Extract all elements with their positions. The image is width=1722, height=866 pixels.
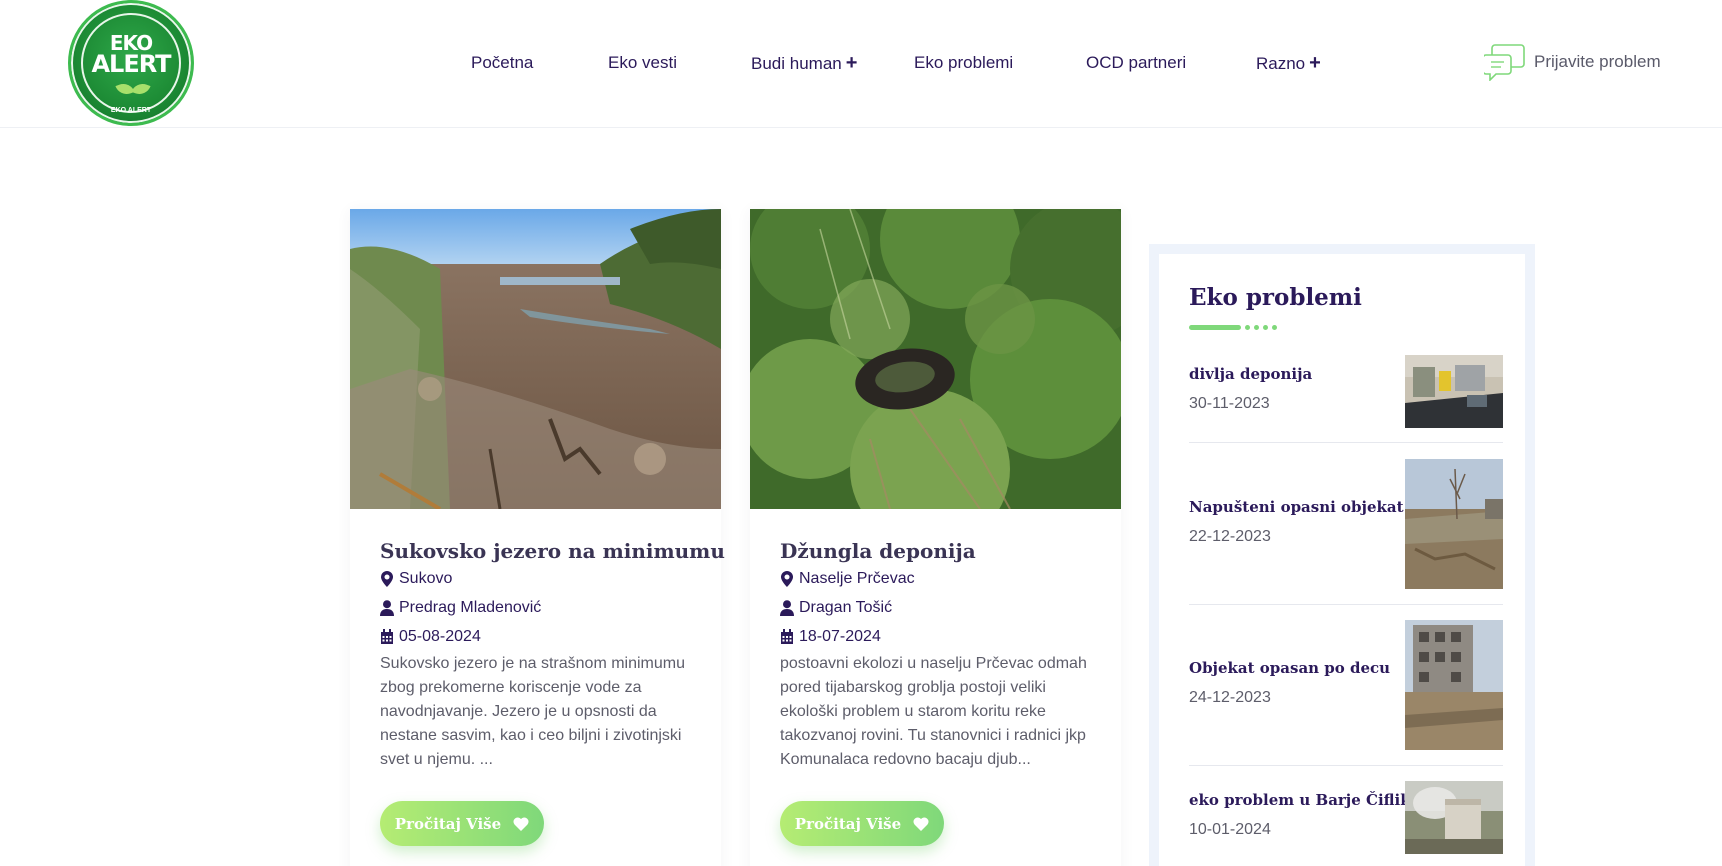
title-underline <box>1189 325 1241 330</box>
lake-photo <box>350 209 721 509</box>
sidebar-item-title[interactable]: eko problem u Barje Čiflik <box>1189 791 1411 809</box>
nav-item-ocd-partneri[interactable]: OCD partneri <box>1086 50 1186 76</box>
divider <box>1189 765 1503 766</box>
read-more-label: Pročitaj Više <box>394 814 502 833</box>
nav-item-label: Razno <box>1256 54 1306 73</box>
building-thumb-image <box>1405 620 1503 750</box>
underline-dot <box>1272 325 1277 330</box>
nav-item-eko-vesti[interactable]: Eko vesti <box>608 50 677 76</box>
heart-icon <box>913 817 929 831</box>
user-icon <box>380 600 394 616</box>
read-more-button[interactable]: Pročitaj Više <box>380 801 544 846</box>
calendar-icon <box>381 629 393 644</box>
divider <box>1189 442 1503 443</box>
sidebar-item-date: 10-01-2024 <box>1189 821 1271 838</box>
sidebar-item-title[interactable]: Objekat opasan po decu <box>1189 659 1390 677</box>
site-header: EKO ALERT EKO ALERT Početna Eko vesti Bu… <box>0 0 1722 128</box>
burning-bin-thumb-image <box>1405 781 1503 854</box>
plus-icon: + <box>845 52 858 74</box>
sidebar-item-date: 30-11-2023 <box>1189 395 1270 412</box>
sidebar-item-title[interactable]: Napušteni opasni objekat <box>1189 498 1404 516</box>
underline-dot <box>1263 325 1268 330</box>
post-date: 18-07-2024 <box>780 628 881 646</box>
map-marker-icon <box>781 571 793 587</box>
nav-item-label: OCD partneri <box>1086 53 1187 72</box>
post-location: Naselje Prčevac <box>780 570 915 588</box>
post-date-text: 05-08-2024 <box>399 628 481 645</box>
user-icon <box>780 600 794 616</box>
post-title[interactable]: Džungla deponija <box>780 539 976 563</box>
nav-item-eko-problemi[interactable]: Eko problemi <box>914 50 1013 76</box>
sidebar-title: Eko problemi <box>1189 284 1362 311</box>
post-date-text: 18-07-2024 <box>799 628 881 645</box>
nav-item-label: Budi human <box>751 54 842 73</box>
sidebar-item-date: 22-12-2023 <box>1189 528 1271 545</box>
nav-item-budi-human[interactable]: Budi human + <box>751 50 857 77</box>
sidebar-eko-problemi: Eko problemi divlja deponija 30-11-2023 … <box>1149 244 1535 866</box>
post-image-dump[interactable] <box>750 209 1121 509</box>
nav-item-razno[interactable]: Razno + <box>1256 50 1321 77</box>
sidebar-item-title[interactable]: divlja deponija <box>1189 365 1312 383</box>
main-nav: Početna Eko vesti Budi human + Eko proble… <box>0 50 1722 76</box>
calendar-icon <box>781 629 793 644</box>
post-author: Predrag Mladenović <box>380 599 541 617</box>
post-image-lake[interactable] <box>350 209 721 509</box>
post-card: Sukovsko jezero na minimumu Sukovo Predr… <box>350 209 725 866</box>
post-author-text: Dragan Tošić <box>799 599 893 616</box>
sidebar-item-thumbnail[interactable] <box>1405 620 1503 750</box>
divider <box>1189 604 1503 605</box>
nav-item-label: Eko vesti <box>608 53 677 72</box>
dump-photo <box>750 209 1121 509</box>
sidebar-item-date: 24-12-2023 <box>1189 689 1271 706</box>
post-author: Dragan Tošić <box>780 599 892 617</box>
heart-icon <box>513 817 529 831</box>
logo-arc-text: EKO ALERT <box>110 107 152 114</box>
post-excerpt: Sukovsko jezero je na strašnom minimumu … <box>380 655 686 768</box>
report-problem-label: Prijavite problem <box>1534 52 1661 71</box>
underline-dot <box>1254 325 1259 330</box>
report-problem-link[interactable]: Prijavite problem <box>1484 42 1661 82</box>
read-more-label: Pročitaj Više <box>794 814 902 833</box>
post-location-text: Naselje Prčevac <box>799 570 915 587</box>
sidebar-item-thumbnail[interactable] <box>1405 781 1503 854</box>
nav-item-pocetna[interactable]: Početna <box>471 50 533 76</box>
plus-icon: + <box>1309 52 1321 74</box>
post-author-text: Predrag Mladenović <box>399 599 542 616</box>
post-location: Sukovo <box>380 570 452 588</box>
sidebar-panel: Eko problemi divlja deponija 30-11-2023 … <box>1159 254 1525 866</box>
sidebar-item-thumbnail[interactable] <box>1405 355 1503 428</box>
chat-bubbles-icon <box>1484 44 1525 81</box>
post-card: Džungla deponija Naselje Prčevac Dragan … <box>750 209 1121 866</box>
map-marker-icon <box>381 571 393 587</box>
post-excerpt: postoavni ekolozi u naselju Prčevac odma… <box>780 655 1087 768</box>
post-date: 05-08-2024 <box>380 628 481 646</box>
underline-dot <box>1245 325 1250 330</box>
dump-thumb-image <box>1405 355 1503 428</box>
nav-item-label: Početna <box>471 53 534 72</box>
read-more-button[interactable]: Pročitaj Više <box>780 801 944 846</box>
nav-item-label: Eko problemi <box>914 53 1014 72</box>
sidebar-item-thumbnail[interactable] <box>1405 459 1503 589</box>
post-title[interactable]: Sukovsko jezero na minimumu <box>380 539 725 563</box>
field-thumb-image <box>1405 459 1503 589</box>
post-location-text: Sukovo <box>399 570 453 587</box>
